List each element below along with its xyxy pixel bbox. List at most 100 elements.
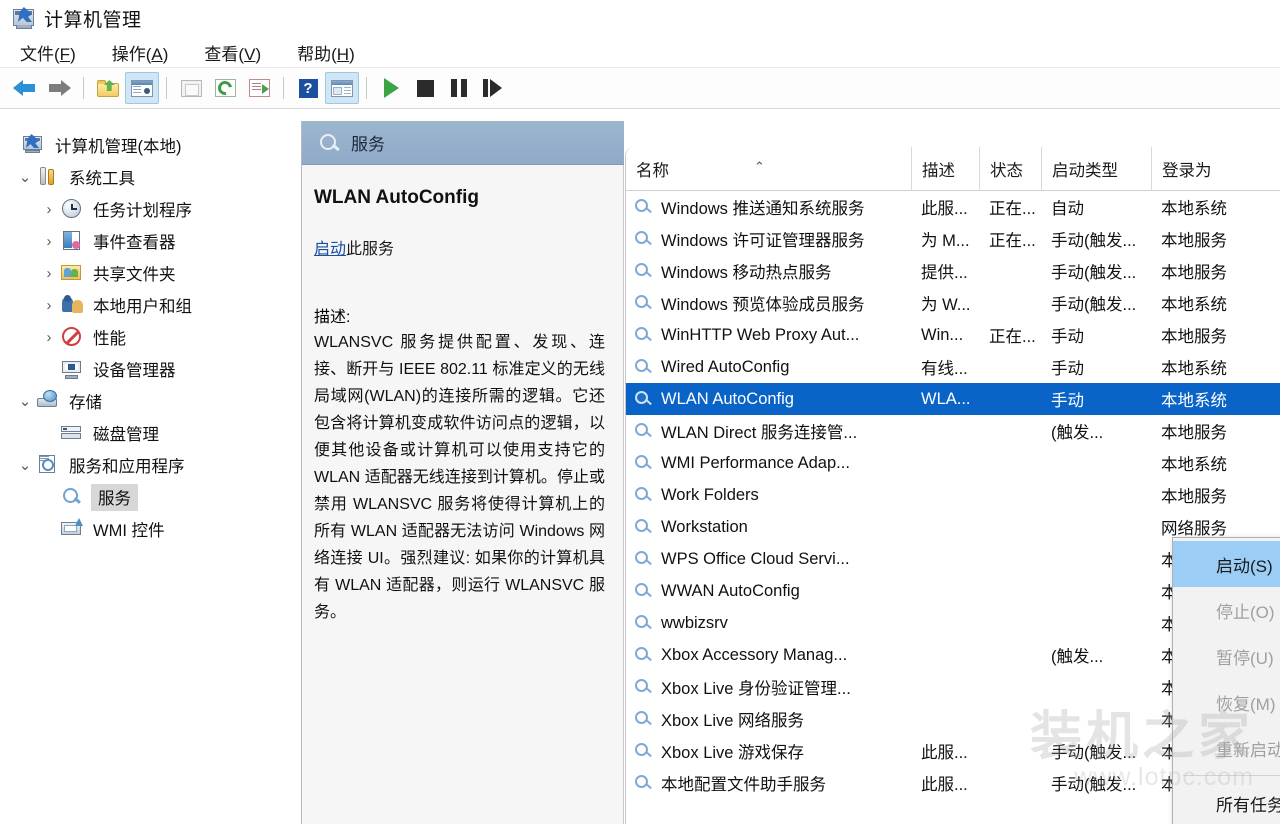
cell-name-label: Windows 预览体验成员服务	[661, 291, 865, 315]
menu-action[interactable]: 操作(A)	[108, 38, 173, 67]
cell-description: 此服...	[911, 195, 979, 219]
services-apps-icon	[36, 454, 60, 476]
sort-ascending-icon: ⌃	[754, 159, 765, 175]
service-icon	[634, 742, 654, 760]
disk-management-icon	[60, 422, 84, 444]
refresh-icon	[215, 79, 236, 97]
chevron-right-icon[interactable]: ›	[38, 297, 60, 314]
tree-item-event-viewer[interactable]: › 事件查看器	[0, 225, 301, 257]
service-icon	[634, 518, 654, 536]
tree-item-disk-management[interactable]: 磁盘管理	[0, 417, 301, 449]
table-row[interactable]: Windows 移动热点服务提供...手动(触发...本地服务	[626, 255, 1280, 287]
cell-log-on-as: 本地系统	[1151, 451, 1280, 475]
cell-name: Windows 预览体验成员服务	[626, 291, 911, 315]
detail-action-suffix: 此服务	[346, 241, 394, 258]
restart-service-button[interactable]	[476, 72, 510, 104]
tree-item-task-scheduler[interactable]: › 任务计划程序	[0, 193, 301, 225]
tree-item-root[interactable]: 计算机管理(本地)	[0, 129, 301, 161]
tree-item-performance[interactable]: › 性能	[0, 321, 301, 353]
tree-item-services[interactable]: 服务	[0, 481, 301, 513]
cell-name: Wired AutoConfig	[626, 358, 911, 377]
cell-name-label: WPS Office Cloud Servi...	[661, 550, 850, 569]
show-hide-tree-button[interactable]	[125, 72, 159, 104]
stop-service-button[interactable]	[408, 72, 442, 104]
context-menu-item-all-tasks[interactable]: 所有任务(K) ›	[1173, 780, 1280, 824]
column-header-startup-type[interactable]: 启动类型	[1041, 147, 1151, 191]
service-icon	[634, 774, 654, 792]
detail-action-row: 启动此服务	[314, 235, 605, 259]
tree-item-services-and-applications[interactable]: ⌄ 服务和应用程序	[0, 449, 301, 481]
cell-description: 有线...	[911, 355, 979, 379]
cell-name-label: Xbox Accessory Manag...	[661, 646, 847, 665]
context-menu-item-restart: 重新启动(E)	[1173, 725, 1280, 771]
show-details-button[interactable]	[325, 72, 359, 104]
toolbar-separator	[283, 77, 284, 99]
table-row[interactable]: Wired AutoConfig有线...手动本地系统	[626, 351, 1280, 383]
table-row[interactable]: WLAN Direct 服务连接管...(触发...本地服务	[626, 415, 1280, 447]
tree-item-shared-folders[interactable]: › 共享文件夹	[0, 257, 301, 289]
back-icon	[13, 79, 37, 97]
context-menu-item-start[interactable]: 启动(S)	[1173, 541, 1280, 587]
cell-log-on-as: 本地服务	[1151, 323, 1280, 347]
cell-description: WLA...	[911, 390, 979, 409]
column-header-log-on-as[interactable]: 登录为	[1151, 147, 1280, 191]
cell-name: WLAN Direct 服务连接管...	[626, 419, 911, 443]
service-icon	[634, 646, 654, 664]
table-row[interactable]: Windows 推送通知系统服务此服...正在...自动本地系统	[626, 191, 1280, 223]
table-row[interactable]: WLAN AutoConfigWLA...手动本地系统	[626, 383, 1280, 415]
help-button[interactable]: ?	[291, 72, 325, 104]
workspace: 计算机管理(本地) ⌄ 系统工具 › 任务计划程序 › 事件查看器 › 共享文件	[0, 121, 1280, 824]
tree-item-storage[interactable]: ⌄ 存储	[0, 385, 301, 417]
cell-startup-type: 手动(触发...	[1041, 739, 1151, 763]
toolbar: ?	[0, 67, 1280, 109]
cell-status: 正在...	[979, 323, 1041, 347]
table-row[interactable]: Windows 许可证管理器服务为 M...正在...手动(触发...本地服务	[626, 223, 1280, 255]
tree-item-local-users-groups[interactable]: › 本地用户和组	[0, 289, 301, 321]
column-header-description[interactable]: 描述	[911, 147, 979, 191]
export-list-button[interactable]	[174, 72, 208, 104]
column-header-status[interactable]: 状态	[979, 147, 1041, 191]
cell-name: Xbox Live 身份验证管理...	[626, 675, 911, 699]
tree-item-wmi-control[interactable]: WMI 控件	[0, 513, 301, 545]
chevron-down-icon[interactable]: ⌄	[14, 456, 36, 474]
tree-item-device-manager[interactable]: 设备管理器	[0, 353, 301, 385]
start-service-link[interactable]: 启动	[314, 241, 346, 258]
table-row[interactable]: WinHTTP Web Proxy Aut...Win...正在...手动本地服…	[626, 319, 1280, 351]
service-icon	[634, 262, 654, 280]
back-button[interactable]	[8, 72, 42, 104]
service-icon	[634, 198, 654, 216]
menu-bar: 文件(F) 操作(A) 查看(V) 帮助(H)	[0, 37, 1280, 67]
pause-service-button[interactable]	[442, 72, 476, 104]
menu-help[interactable]: 帮助(H)	[293, 38, 359, 67]
tree-item-system-tools[interactable]: ⌄ 系统工具	[0, 161, 301, 193]
chevron-down-icon[interactable]: ⌄	[14, 392, 36, 410]
pause-service-icon	[451, 79, 467, 97]
cell-name: WMI Performance Adap...	[626, 454, 911, 473]
table-row[interactable]: WMI Performance Adap... 本地系统	[626, 447, 1280, 479]
chevron-down-icon[interactable]: ⌄	[14, 168, 36, 186]
cell-description: 为 W...	[911, 291, 979, 315]
menu-file-accel: F	[60, 45, 70, 64]
cell-name-label: Workstation	[661, 518, 748, 537]
refresh-button[interactable]	[208, 72, 242, 104]
table-row[interactable]: Work Folders本地服务	[626, 479, 1280, 511]
chevron-right-icon[interactable]: ›	[38, 201, 60, 218]
cell-name: Windows 许可证管理器服务	[626, 227, 911, 251]
chevron-right-icon[interactable]: ›	[38, 329, 60, 346]
menu-file[interactable]: 文件(F)	[16, 38, 80, 67]
service-icon	[634, 678, 654, 696]
forward-button[interactable]	[42, 72, 76, 104]
cell-log-on-as: 本地系统	[1151, 291, 1280, 315]
cell-description: 为 M...	[911, 227, 979, 251]
start-service-button[interactable]	[374, 72, 408, 104]
menu-view[interactable]: 查看(V)	[200, 38, 265, 67]
folder-up-button[interactable]	[91, 72, 125, 104]
properties-button[interactable]	[242, 72, 276, 104]
cell-description: 此服...	[911, 739, 979, 763]
chevron-right-icon[interactable]: ›	[38, 265, 60, 282]
table-row[interactable]: Windows 预览体验成员服务为 W...手动(触发...本地系统	[626, 287, 1280, 319]
chevron-right-icon[interactable]: ›	[38, 233, 60, 250]
column-header-name[interactable]: 名称 ⌃	[626, 147, 911, 191]
context-menu-separator	[1183, 775, 1280, 776]
cell-status: 正在...	[979, 227, 1041, 251]
